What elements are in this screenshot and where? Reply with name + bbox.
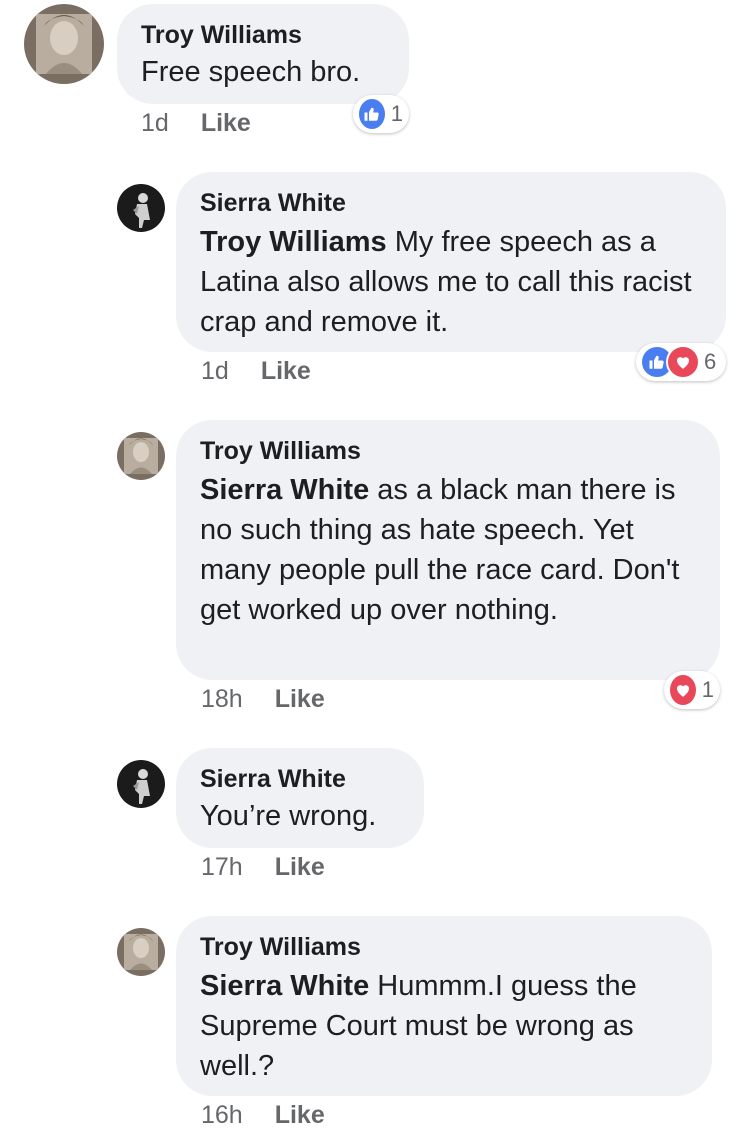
- comment-meta: 17h Like: [201, 853, 325, 882]
- comment-author[interactable]: Sierra White: [200, 764, 400, 794]
- comment-author[interactable]: Troy Williams: [200, 932, 688, 962]
- reaction-summary[interactable]: 1: [353, 95, 409, 133]
- comment-bubble[interactable]: Sierra White Troy Williams My free speec…: [176, 172, 726, 352]
- avatar-troy[interactable]: [117, 928, 165, 976]
- comment-time[interactable]: 1d: [141, 109, 169, 137]
- comment-time[interactable]: 17h: [201, 853, 243, 881]
- comment-meta: 1d Like: [141, 109, 251, 138]
- comment-meta: 18h Like: [201, 685, 325, 714]
- sierra-avatar-image: [117, 184, 165, 232]
- comment-time[interactable]: 1d: [201, 357, 229, 385]
- like-button[interactable]: Like: [275, 685, 325, 713]
- reaction-count: 1: [390, 101, 403, 126]
- reaction-count: 6: [704, 349, 717, 374]
- comment-text: Sierra White Hummm.I guess the Supreme C…: [200, 966, 688, 1086]
- avatar-sierra[interactable]: [117, 184, 165, 232]
- comment-text: Troy Williams My free speech as a Latina…: [200, 222, 702, 342]
- heart-icon: [668, 673, 698, 707]
- comment-text: Free speech bro.: [141, 56, 361, 88]
- reaction-summary[interactable]: 1: [664, 671, 720, 709]
- like-button[interactable]: Like: [275, 853, 325, 881]
- comment-bubble[interactable]: Troy Williams Free speech bro.: [117, 4, 409, 104]
- comment-time[interactable]: 18h: [201, 685, 243, 713]
- comment-meta: 16h Like: [201, 1101, 325, 1130]
- comment-time[interactable]: 16h: [201, 1101, 243, 1129]
- avatar-troy[interactable]: [117, 432, 165, 480]
- comment-author[interactable]: Troy Williams: [200, 436, 696, 466]
- avatar-troy[interactable]: [24, 4, 104, 84]
- like-button[interactable]: Like: [275, 1101, 325, 1129]
- comment-text: Sierra White as a black man there is no …: [200, 470, 696, 630]
- troy-avatar-image: [24, 4, 104, 84]
- reaction-summary[interactable]: 6: [636, 343, 726, 381]
- mention-link[interactable]: Troy Williams: [200, 226, 387, 258]
- mention-link[interactable]: Sierra White: [200, 970, 369, 1002]
- thumbs-up-icon: [357, 97, 387, 131]
- like-button[interactable]: Like: [201, 109, 251, 137]
- comment-author[interactable]: Troy Williams: [141, 20, 385, 50]
- comment-meta: 1d Like: [201, 357, 311, 386]
- like-button[interactable]: Like: [261, 357, 311, 385]
- comment-author[interactable]: Sierra White: [200, 188, 702, 218]
- troy-avatar-image: [117, 928, 165, 976]
- troy-avatar-image: [117, 432, 165, 480]
- heart-icon: [666, 345, 700, 379]
- comment-bubble[interactable]: Troy Williams Sierra White as a black ma…: [176, 420, 720, 680]
- comment-bubble[interactable]: Sierra White You’re wrong.: [176, 748, 424, 848]
- mention-link[interactable]: Sierra White: [200, 474, 369, 506]
- sierra-avatar-image: [117, 760, 165, 808]
- reaction-count: 1: [701, 677, 714, 702]
- comment-bubble[interactable]: Troy Williams Sierra White Hummm.I guess…: [176, 916, 712, 1096]
- comment-text: You’re wrong.: [200, 800, 377, 832]
- avatar-sierra[interactable]: [117, 760, 165, 808]
